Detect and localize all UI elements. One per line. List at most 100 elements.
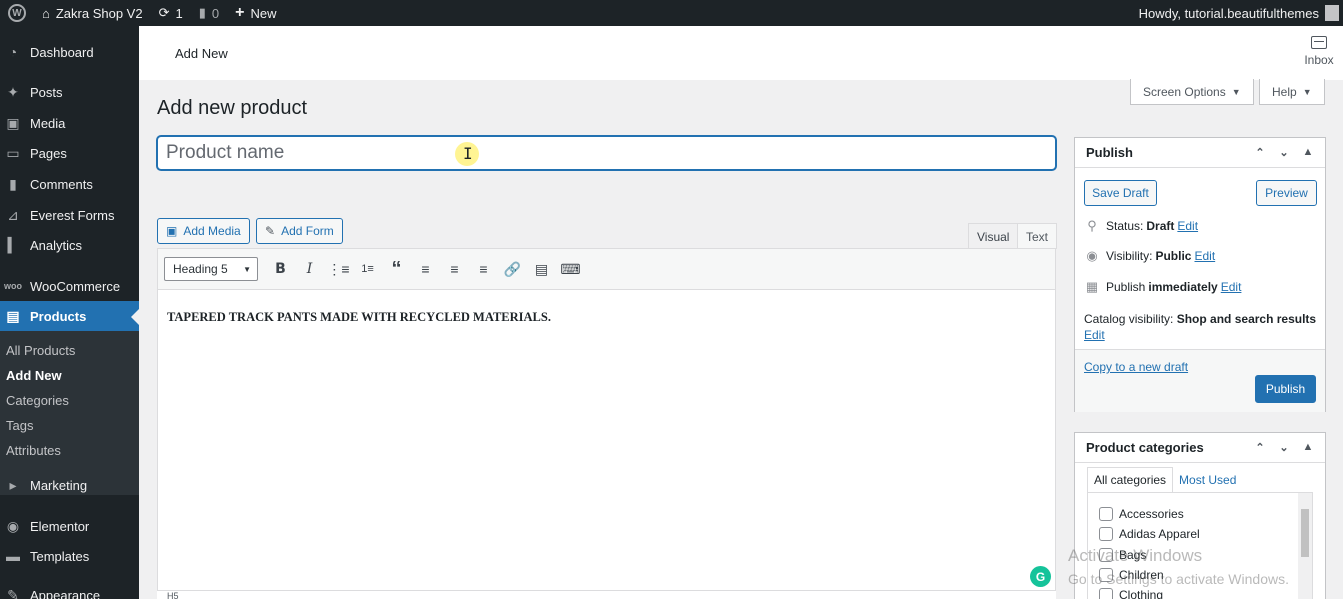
submenu-categories[interactable]: Categories — [6, 393, 69, 408]
submenu-add-new[interactable]: Add New — [6, 368, 62, 383]
chevron-up-icon[interactable]: ⌃ — [1251, 146, 1269, 159]
sidebar-item-elementor[interactable]: ◉ Elementor — [0, 511, 139, 541]
product-name-input[interactable] — [157, 136, 1056, 170]
insert-link-button[interactable]: 🔗 — [498, 257, 527, 281]
updates-count: 1 — [175, 5, 183, 21]
italic-icon: I — [306, 261, 313, 277]
read-more-button[interactable]: ▤ — [527, 257, 556, 281]
sidebar-item-media[interactable]: ▣ Media — [0, 108, 139, 138]
visibility-row: ◉ Visibility: Public Edit — [1084, 248, 1215, 264]
breadcrumb: Add New — [175, 46, 228, 61]
sidebar-item-label: Posts — [30, 84, 63, 100]
inbox-label: Inbox — [1304, 53, 1334, 67]
copy-to-draft-link[interactable]: Copy to a new draft — [1084, 360, 1188, 374]
folder-icon: ▬ — [6, 548, 20, 564]
submenu-tags[interactable]: Tags — [6, 418, 33, 433]
sidebar-item-everest-forms[interactable]: ⊿ Everest Forms — [0, 200, 139, 230]
bold-button[interactable]: B — [266, 257, 295, 281]
account-menu[interactable]: Howdy, tutorial.beautifulthemes — [1131, 0, 1343, 26]
add-media-button[interactable]: ▣ Add Media — [157, 218, 250, 244]
sidebar-item-products[interactable]: ▤ Products — [0, 301, 139, 331]
sidebar-item-pages[interactable]: ▭ Pages — [0, 138, 139, 168]
help-button[interactable]: Help ▼ — [1259, 79, 1325, 105]
sidebar-item-marketing[interactable]: ▸ Marketing — [0, 470, 139, 500]
sidebar-item-posts[interactable]: ✦ Posts — [0, 77, 139, 107]
link-icon: 🔗 — [503, 260, 522, 277]
category-item[interactable]: Clothing — [1099, 588, 1163, 599]
categories-box-title: Product categories — [1086, 440, 1204, 455]
align-left-button[interactable]: ≡ — [411, 257, 440, 281]
read-more-icon: ▤ — [534, 260, 549, 277]
edit-status-link[interactable]: Edit — [1177, 219, 1198, 233]
collapse-toggle-icon[interactable]: ▲ — [1299, 146, 1317, 159]
tab-visual[interactable]: Visual — [968, 223, 1019, 249]
publish-time-row: ▦ Publish immediately Edit — [1084, 279, 1242, 295]
sidebar-item-dashboard[interactable]: ◔ Dashboard — [0, 37, 139, 67]
sidebar-item-comments[interactable]: ▮ Comments — [0, 169, 139, 199]
edit-visibility-link[interactable]: Edit — [1194, 249, 1215, 263]
collapse-toggle-icon[interactable]: ▲ — [1299, 441, 1317, 454]
align-right-button[interactable]: ≡ — [469, 257, 498, 281]
grammarly-icon[interactable]: G — [1030, 566, 1051, 587]
catalog-visibility-label: Catalog visibility: — [1084, 312, 1174, 326]
tab-text[interactable]: Text — [1017, 223, 1058, 249]
edit-publish-time-link[interactable]: Edit — [1221, 280, 1242, 294]
chevron-up-icon[interactable]: ⌃ — [1251, 441, 1269, 454]
numbered-list-button[interactable]: 1≡ — [353, 257, 382, 281]
publish-box-header: Publish ⌃ ⌄ ▲ — [1075, 138, 1325, 168]
preview-button[interactable]: Preview — [1256, 180, 1317, 206]
chevron-down-icon[interactable]: ⌄ — [1275, 146, 1293, 159]
chevron-down-icon[interactable]: ⌄ — [1275, 441, 1293, 454]
editor-status-path: H5 — [157, 590, 1056, 599]
sidebar-item-label: WooCommerce — [30, 278, 121, 294]
submenu-all-products[interactable]: All Products — [6, 343, 75, 358]
publish-time-label: Publish — [1106, 280, 1146, 294]
toolbar-toggle-button[interactable]: ⌨ — [556, 257, 585, 281]
site-name-link[interactable]: ⌂ Zakra Shop V2 — [34, 0, 151, 26]
editor-heading-text: TAPERED TRACK PANTS MADE WITH RECYCLED M… — [167, 310, 551, 324]
format-select[interactable]: Heading 5 ▼ — [164, 257, 258, 281]
category-item[interactable]: Accessories — [1099, 507, 1184, 521]
tab-most-used[interactable]: Most Used — [1173, 467, 1242, 493]
updates-link[interactable]: ⟳ 1 — [151, 0, 191, 26]
avatar — [1325, 5, 1339, 21]
sidebar-item-templates[interactable]: ▬ Templates — [0, 541, 139, 571]
submenu-attributes[interactable]: Attributes — [6, 443, 61, 458]
inbox-button[interactable]: Inbox — [1299, 36, 1339, 67]
caret-down-icon: ▼ — [1231, 86, 1241, 97]
bar-chart-icon: ▍ — [7, 236, 19, 253]
inbox-icon — [1311, 36, 1327, 49]
sidebar-item-analytics[interactable]: ▍ Analytics — [0, 230, 139, 260]
add-form-button[interactable]: ✎ Add Form — [256, 218, 343, 244]
pin-icon: ✦ — [7, 83, 19, 100]
sidebar-item-label: Media — [30, 115, 66, 131]
caret-down-icon: ▼ — [243, 264, 251, 274]
editor-content-area[interactable]: TAPERED TRACK PANTS MADE WITH RECYCLED M… — [157, 290, 1056, 599]
sidebar-item-label: Dashboard — [30, 44, 94, 60]
save-draft-button[interactable]: Save Draft — [1084, 180, 1157, 206]
category-checkbox[interactable] — [1099, 507, 1113, 521]
category-item[interactable]: Adidas Apparel — [1099, 527, 1200, 541]
wp-logo-menu[interactable]: W — [0, 0, 34, 26]
sidebar-item-label: Templates — [30, 548, 90, 564]
italic-button[interactable]: I — [295, 257, 324, 281]
dashboard-icon: ◔ — [8, 44, 18, 60]
new-content-link[interactable]: + New — [227, 0, 284, 26]
bullet-list-button[interactable]: ⋮≡ — [324, 257, 353, 281]
categories-box-header: Product categories ⌃ ⌄ ▲ — [1075, 433, 1325, 463]
blockquote-button[interactable]: “ — [382, 257, 411, 281]
edit-catalog-visibility-link[interactable]: Edit — [1084, 328, 1105, 342]
sidebar-item-woocommerce[interactable]: woo WooCommerce — [0, 271, 139, 301]
sidebar-item-appearance[interactable]: ✎ Appearance — [0, 580, 139, 599]
category-label: Adidas Apparel — [1119, 527, 1200, 541]
comments-link[interactable]: ▮ 0 — [191, 0, 227, 26]
category-checkbox[interactable] — [1099, 588, 1113, 599]
screen-options-button[interactable]: Screen Options ▼ — [1130, 79, 1254, 105]
align-center-button[interactable]: ≡ — [440, 257, 469, 281]
text-cursor-icon: I — [463, 144, 473, 163]
tab-all-categories[interactable]: All categories — [1087, 467, 1174, 493]
category-scrollbar[interactable] — [1298, 493, 1312, 599]
scrollbar-thumb[interactable] — [1301, 509, 1309, 557]
publish-button[interactable]: Publish — [1255, 375, 1316, 403]
category-checkbox[interactable] — [1099, 527, 1113, 541]
